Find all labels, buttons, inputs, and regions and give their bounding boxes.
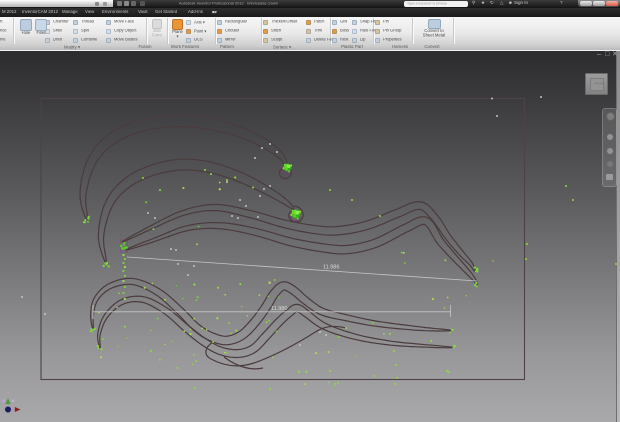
svg-text:11.986: 11.986: [323, 265, 339, 271]
svg-text:11.980: 11.980: [271, 306, 287, 312]
